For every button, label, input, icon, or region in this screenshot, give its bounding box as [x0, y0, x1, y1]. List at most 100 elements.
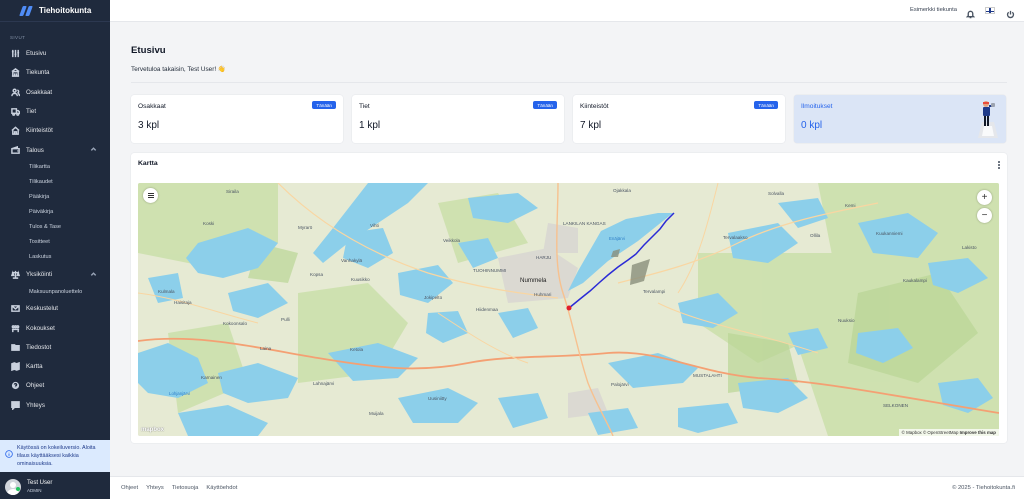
stat-card-value: 3 kpl: [138, 120, 160, 131]
page-title: Etusivu: [131, 45, 166, 56]
sidebar-item-keskustelut[interactable]: Keskustelut: [0, 299, 110, 318]
map-place-label: Kulmala: [158, 289, 175, 294]
folder-icon: [11, 343, 20, 352]
map-attribution: © Mapbox © OpenStreetMap Improve this ma…: [898, 429, 999, 436]
map-place-label: Tervalaakso: [723, 235, 748, 240]
map-menu-button[interactable]: [143, 188, 158, 203]
user-name: Test User: [27, 480, 53, 486]
stat-card-title: Ilmoitukset: [801, 103, 833, 110]
sidebar-subitem-tilikaudet[interactable]: Tilikaudet: [0, 175, 110, 190]
mapbox-logo[interactable]: mapbox: [141, 427, 164, 433]
stat-card-value: 7 kpl: [580, 120, 602, 131]
sidebar-item-yhteys[interactable]: Yhteys: [0, 396, 110, 415]
map-place-label: Karnainen: [201, 375, 222, 380]
stat-card-title: Kiinteistöt: [580, 103, 609, 110]
attribution-mapbox-link[interactable]: © Mapbox: [902, 430, 922, 435]
improve-map-link[interactable]: Improve this map: [960, 430, 996, 435]
finland-flag-icon[interactable]: [985, 7, 995, 14]
sidebar: Tiehoitokunta SIVUT Etusivu Tiekunta Osa…: [0, 0, 110, 499]
stat-card-kiinteistot[interactable]: Kiinteistöt Tänään 7 kpl: [573, 95, 785, 143]
building-icon: [11, 68, 20, 78]
sidebar-subitem-paivakirja[interactable]: Päiväkirja: [0, 205, 110, 220]
map-place-label: Jokipelto: [424, 295, 443, 300]
more-options-icon[interactable]: [997, 161, 1001, 170]
attribution-osm-link[interactable]: © OpenStreetMap: [923, 430, 958, 435]
sidebar-subitem-tositteet[interactable]: Tositteet: [0, 235, 110, 250]
sidebar-item-label: Yksiköinti: [26, 270, 53, 278]
stat-card-osakkaat[interactable]: Osakkaat Tänään 3 kpl: [131, 95, 343, 143]
sidebar-item-ohjeet[interactable]: Ohjeet: [0, 376, 110, 395]
sidebar-item-tiekunta[interactable]: Tiekunta: [0, 63, 110, 82]
footer-link-ohjeet[interactable]: Ohjeet: [121, 485, 138, 491]
map-place-label: Haisitaja: [174, 300, 192, 305]
sidebar-item-tiet[interactable]: Tiet: [0, 102, 110, 121]
map-place-label: TUOHINNUMMI: [473, 268, 507, 273]
footer: Ohjeet Yhteys Tietosuoja Käyttöehdot © 2…: [110, 476, 1024, 499]
status-badge: Tänään: [754, 101, 778, 109]
footer-link-tietosuoja[interactable]: Tietosuoja: [172, 485, 199, 491]
sidebar-item-tiedostot[interactable]: Tiedostot: [0, 338, 110, 357]
brand[interactable]: Tiehoitokunta: [0, 0, 110, 22]
footer-link-yhteys[interactable]: Yhteys: [146, 485, 164, 491]
map-place-label: Siraila: [226, 189, 239, 194]
sidebar-item-label: Ohjeet: [26, 382, 45, 390]
bell-icon[interactable]: [965, 6, 976, 19]
welcome-message: Tervetuloa takaisin, Test User! 👋: [131, 66, 226, 73]
sidebar-subitem-maksuunpanoluettelo[interactable]: Maksuunpanoluettelo: [0, 284, 110, 299]
sidebar-item-label: Kokoukset: [26, 324, 55, 332]
sidebar-nav: Etusivu Tiekunta Osakkaat Tiet Kiinteist…: [0, 44, 110, 415]
sidebar-item-label: Tiekunta: [26, 69, 50, 77]
map-place-label: Koski: [203, 221, 215, 226]
map-place-label: SELKONEN: [883, 403, 909, 408]
meeting-icon: [11, 324, 20, 333]
trial-notice[interactable]: Käytössä on kokeiluversio. Aloita tilaus…: [0, 440, 110, 472]
map-panel: Kartta Siraila Koski Myrarö Kulmala Hais…: [131, 153, 1007, 443]
map-marker-icon: [566, 305, 572, 311]
map-place-label: LANKILAN KANGAS: [563, 221, 606, 226]
map-place-label-nummela: Nummela: [520, 277, 547, 284]
sidebar-item-kiinteistot[interactable]: Kiinteistöt: [0, 121, 110, 140]
stat-card-value: 1 kpl: [359, 120, 381, 131]
map-place-label: Uusiniitty: [428, 396, 447, 401]
sidebar-subitem-laskutus[interactable]: Laskutus: [0, 250, 110, 265]
sidebar-item-talous[interactable]: Talous: [0, 140, 110, 159]
map-place-label: Myrarö: [298, 225, 313, 230]
sidebar-item-label: Keskustelut: [26, 305, 58, 313]
map-place-label: Kemi: [845, 203, 856, 208]
status-badge: Tänään: [312, 101, 336, 109]
footer-link-kayttoehdot[interactable]: Käyttöehdot: [206, 485, 237, 491]
zoom-out-button[interactable]: −: [977, 208, 992, 223]
map-place-label: Hiidenmaa: [476, 307, 498, 312]
sidebar-subitem-tulos-tase[interactable]: Tulos & Tase: [0, 220, 110, 235]
sidebar-item-kokoukset[interactable]: Kokoukset: [0, 318, 110, 337]
zoom-in-button[interactable]: +: [977, 190, 992, 205]
association-selector[interactable]: Esimerkki tiekunta: [910, 7, 957, 13]
map-view[interactable]: Siraila Koski Myrarö Kulmala Haisitaja K…: [138, 183, 999, 436]
stat-card-value: 0 kpl: [801, 120, 823, 131]
sidebar-item-label: Etusivu: [26, 50, 47, 58]
sidebar-item-kartta[interactable]: Kartta: [0, 357, 110, 376]
sidebar-item-osakkaat[interactable]: Osakkaat: [0, 83, 110, 102]
sidebar-subitem-paakirja[interactable]: Pääkirja: [0, 190, 110, 205]
map-panel-title: Kartta: [138, 160, 158, 167]
main-content: Etusivu Tervetuloa takaisin, Test User! …: [110, 22, 1024, 476]
map-icon: [11, 362, 20, 372]
sidebar-item-yksikointi[interactable]: Yksiköinti: [0, 265, 110, 284]
brand-name: Tiehoitokunta: [39, 6, 92, 15]
sidebar-subitem-tilikartta[interactable]: Tilikartta: [0, 160, 110, 175]
map-place-label: Muijala: [369, 411, 384, 416]
sidebar-item-label: Osakkaat: [26, 88, 53, 96]
stat-card-ilmoitukset[interactable]: Ilmoitukset 0 kpl: [794, 95, 1006, 143]
map-place-label: Pulli: [281, 317, 290, 322]
brand-logo-icon: [19, 5, 34, 16]
map-place-label: Lohjanjärvi: [169, 391, 191, 396]
stat-card-tiet[interactable]: Tiet Tänään 1 kpl: [352, 95, 564, 143]
map-place-label: Kuusikko: [351, 277, 370, 282]
mail-icon: [11, 304, 20, 313]
power-icon[interactable]: [1006, 6, 1015, 19]
sliders-icon: [11, 49, 20, 58]
map-place-label: Vihti: [370, 223, 379, 228]
home-icon: [11, 126, 20, 136]
sidebar-item-etusivu[interactable]: Etusivu: [0, 44, 110, 63]
sidebar-item-label: Tiedostot: [26, 343, 52, 351]
